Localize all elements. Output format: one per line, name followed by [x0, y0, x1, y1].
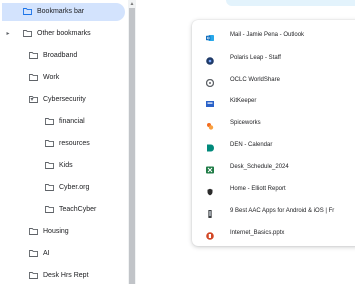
bookmark-item[interactable]: 9 Best AAC Apps for Android & iOS | Fr	[192, 201, 355, 221]
bookmark-item[interactable]: Polaris Leap - Staff	[192, 48, 355, 68]
bookmark-label: KitKeeper	[230, 98, 257, 104]
tree-item-label: Bookmarks bar	[37, 8, 85, 15]
bookmark-item[interactable]: KitKeeper	[192, 91, 355, 111]
bookmark-label: 9 Best AAC Apps for Android & iOS | Fr	[230, 208, 335, 214]
folder-icon	[29, 52, 38, 59]
folder-icon	[29, 272, 38, 279]
bookmark-label: OCLC WorldShare	[230, 77, 280, 83]
tree-item-work[interactable]: Work	[0, 68, 126, 88]
bookmark-label: Internet_Basics.pptx	[230, 230, 285, 236]
folder-icon	[45, 162, 54, 169]
polaris-icon	[206, 54, 214, 65]
folder-icon	[45, 184, 54, 191]
tree-item-kids[interactable]: Kids	[0, 156, 126, 176]
expand-right-icon[interactable]: ▸	[4, 24, 12, 44]
tree-item-housing[interactable]: Housing	[0, 222, 126, 242]
tree-item-label: Cybersecurity	[43, 96, 86, 103]
scroll-up-arrow-icon[interactable]: ▲	[128, 0, 136, 8]
tree-item-label: AI	[43, 250, 50, 257]
tree-item-label: Cyber.org	[59, 184, 90, 191]
scrollbar[interactable]: ▲	[128, 0, 136, 284]
tree-item-label: TeachCyber	[59, 206, 97, 213]
tree-item-desk-hrs-rept[interactable]: Desk Hrs Rept	[0, 266, 126, 284]
scrollbar-thumb[interactable]	[129, 8, 135, 284]
bookmark-manager: Bookmarks bar ▸ Other bookmarks Broadband Wo…	[0, 0, 355, 284]
tree-item-label: Housing	[43, 228, 69, 235]
bookmark-label: Home - Elliott Report	[230, 186, 286, 192]
top-strip	[226, 0, 355, 6]
bookmark-item[interactable]: Desk_Schedule_2024	[192, 157, 355, 177]
bookmark-label: Spiceworks	[230, 120, 261, 126]
outlook-icon	[206, 31, 214, 41]
den-icon	[206, 141, 214, 152]
folder-tree: Bookmarks bar ▸ Other bookmarks Broadband Wo…	[0, 0, 126, 284]
folder-icon	[29, 74, 38, 81]
tree-item-broadband[interactable]: Broadband	[0, 46, 126, 66]
shield-icon	[206, 185, 214, 196]
tree-item-cyber-org[interactable]: Cyber.org	[0, 178, 126, 198]
excel-icon	[206, 163, 214, 174]
phone-icon	[206, 207, 214, 218]
tree-item-label: Work	[43, 74, 60, 81]
bookmark-item[interactable]: Internet_Basics.pptx	[192, 223, 355, 243]
bookmark-item[interactable]: Spiceworks	[192, 113, 355, 133]
bookmark-item[interactable]: DEN - Calendar	[192, 135, 355, 155]
folder-icon	[45, 206, 54, 213]
folder-icon	[23, 30, 32, 37]
tree-item-label: resources	[59, 140, 90, 147]
bookmark-item[interactable]: Home - Elliott Report	[192, 179, 355, 199]
tree-item-label: Desk Hrs Rept	[43, 272, 89, 279]
folder-icon	[29, 250, 38, 257]
folder-icon	[45, 140, 54, 147]
bookmark-label: Mail - Jamie Pena - Outlook	[230, 32, 305, 38]
bookmark-label: Polaris Leap - Staff	[230, 55, 281, 61]
bookmark-label: DEN - Calendar	[230, 142, 273, 148]
tree-item-ai[interactable]: AI	[0, 244, 126, 264]
bookmarks-dropdown-panel: Mail - Jamie Pena - Outlook Polaris Leap …	[192, 20, 355, 246]
tree-item-label: Kids	[59, 162, 73, 169]
bookmark-item[interactable]: Mail - Jamie Pena - Outlook	[192, 25, 355, 45]
tree-item-financial[interactable]: financial	[0, 112, 126, 132]
spiceworks-icon	[206, 119, 214, 130]
tree-item-label: financial	[59, 118, 85, 125]
tree-item-label: Other bookmarks	[37, 30, 91, 37]
bookmark-item[interactable]: OCLC WorldShare	[192, 70, 355, 90]
tree-item-resources[interactable]: resources	[0, 134, 126, 154]
kitkeeper-icon	[206, 97, 214, 107]
tree-item-cybersecurity[interactable]: ▾ Cybersecurity	[0, 90, 126, 110]
tree-item-other-bookmarks[interactable]: ▸ Other bookmarks	[0, 24, 126, 44]
tree-item-label: Broadband	[43, 52, 78, 59]
folder-icon	[29, 228, 38, 235]
tree-item-bookmarks-bar[interactable]: Bookmarks bar	[0, 2, 126, 22]
folder-icon	[23, 8, 32, 15]
powerpoint-icon	[206, 229, 214, 240]
folder-icon	[29, 96, 38, 103]
folder-icon	[45, 118, 54, 125]
bookmark-label: Desk_Schedule_2024	[230, 164, 289, 170]
tree-item-teachcyber[interactable]: TeachCyber	[0, 200, 126, 220]
oclc-icon	[205, 76, 215, 88]
